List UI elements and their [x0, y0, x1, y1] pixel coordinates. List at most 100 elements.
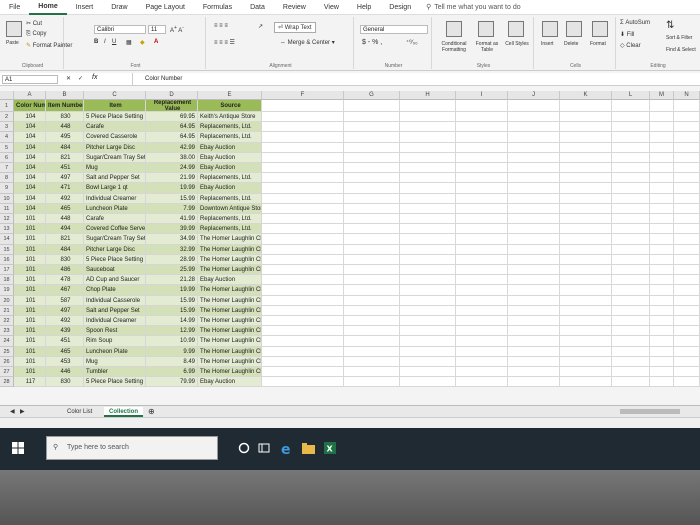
empty-cell[interactable]	[674, 336, 700, 347]
empty-cell[interactable]	[262, 193, 344, 204]
empty-cell[interactable]	[344, 122, 400, 133]
table-cell[interactable]: Ebay Auction	[198, 163, 262, 174]
table-cell[interactable]: 104	[14, 193, 46, 204]
empty-cell[interactable]	[508, 193, 560, 204]
menu-formulas[interactable]: Formulas	[194, 4, 241, 11]
copy-button[interactable]: ⎘ Copy	[26, 31, 47, 38]
empty-cell[interactable]	[262, 305, 344, 316]
taskbar-search-input[interactable]: ⚲ Type here to search	[46, 436, 218, 460]
empty-cell[interactable]	[262, 122, 344, 133]
table-cell[interactable]: Ebay Auction	[198, 152, 262, 163]
table-cell[interactable]: The Homer Laughlin China Co.	[198, 326, 262, 337]
table-cell[interactable]: 467	[46, 285, 84, 296]
table-cell[interactable]: The Homer Laughlin China Co.	[198, 254, 262, 265]
empty-cell[interactable]	[560, 265, 612, 276]
empty-cell[interactable]	[262, 316, 344, 327]
table-cell[interactable]: Ebay Auction	[198, 377, 262, 388]
empty-cell[interactable]	[344, 132, 400, 143]
empty-cell[interactable]	[650, 377, 674, 388]
empty-cell[interactable]	[344, 336, 400, 347]
borders-icon[interactable]: ▦	[126, 39, 132, 46]
empty-cell[interactable]	[456, 346, 508, 357]
empty-cell[interactable]	[674, 193, 700, 204]
empty-cell[interactable]	[650, 305, 674, 316]
table-cell[interactable]: 495	[46, 132, 84, 143]
empty-cell[interactable]	[650, 265, 674, 276]
empty-cell[interactable]	[400, 193, 456, 204]
empty-cell[interactable]	[650, 132, 674, 143]
empty-cell[interactable]	[650, 367, 674, 378]
column-header-n[interactable]: N	[674, 91, 700, 100]
sheet-tab-color-list[interactable]: Color List	[62, 407, 97, 417]
empty-cell[interactable]	[612, 142, 650, 153]
table-cell[interactable]: Keith's Antique Store	[198, 112, 262, 123]
menu-design[interactable]: Design	[380, 4, 420, 11]
empty-cell[interactable]	[344, 152, 400, 163]
table-cell[interactable]: 12.99	[146, 326, 198, 337]
empty-cell[interactable]	[262, 265, 344, 276]
column-header-j[interactable]: J	[508, 91, 560, 100]
cut-button[interactable]: ✂ Cut	[26, 20, 42, 27]
grow-font-icon[interactable]: A+ A-	[170, 25, 184, 34]
table-cell[interactable]: 448	[46, 214, 84, 225]
align-top-icon[interactable]: ≡ ≡ ≡	[214, 23, 228, 29]
empty-cell[interactable]	[612, 193, 650, 204]
table-cell[interactable]: 453	[46, 356, 84, 367]
empty-cell[interactable]	[508, 356, 560, 367]
empty-cell[interactable]	[262, 244, 344, 255]
empty-cell[interactable]	[508, 224, 560, 235]
empty-cell[interactable]	[650, 112, 674, 123]
empty-cell[interactable]	[560, 173, 612, 184]
table-cell[interactable]: Carafe	[84, 122, 146, 133]
empty-cell[interactable]	[344, 254, 400, 265]
table-cell[interactable]: 101	[14, 295, 46, 306]
empty-cell[interactable]	[400, 367, 456, 378]
empty-cell[interactable]	[456, 163, 508, 174]
empty-cell[interactable]	[262, 214, 344, 225]
empty-cell[interactable]	[560, 203, 612, 214]
empty-cell[interactable]	[344, 326, 400, 337]
empty-cell[interactable]	[456, 305, 508, 316]
column-header-b[interactable]: B	[46, 91, 84, 100]
empty-cell[interactable]	[456, 224, 508, 235]
empty-cell[interactable]	[344, 295, 400, 306]
empty-cell[interactable]	[612, 100, 650, 112]
empty-cell[interactable]	[456, 377, 508, 388]
table-cell[interactable]: 8.49	[146, 356, 198, 367]
row-header[interactable]: 27	[0, 367, 14, 378]
empty-cell[interactable]	[650, 193, 674, 204]
table-cell[interactable]: Sauceboat	[84, 265, 146, 276]
empty-cell[interactable]	[456, 316, 508, 327]
empty-cell[interactable]	[508, 112, 560, 123]
empty-cell[interactable]	[262, 112, 344, 123]
cortana-icon[interactable]	[238, 442, 250, 454]
empty-cell[interactable]	[508, 173, 560, 184]
empty-cell[interactable]	[456, 244, 508, 255]
empty-cell[interactable]	[456, 112, 508, 123]
table-cell[interactable]: The Homer Laughlin China Co.	[198, 265, 262, 276]
table-cell[interactable]: 104	[14, 173, 46, 184]
menu-review[interactable]: Review	[274, 4, 315, 11]
font-color-icon[interactable]: A	[154, 39, 158, 45]
empty-cell[interactable]	[612, 367, 650, 378]
table-cell[interactable]: Luncheon Plate	[84, 203, 146, 214]
font-name-select[interactable]: Calibri	[94, 25, 146, 34]
insert-cells-icon[interactable]	[542, 21, 558, 37]
table-cell[interactable]: Luncheon Plate	[84, 346, 146, 357]
empty-cell[interactable]	[674, 234, 700, 245]
table-cell[interactable]: 5 Piece Place Setting	[84, 112, 146, 123]
empty-cell[interactable]	[456, 326, 508, 337]
empty-cell[interactable]	[674, 295, 700, 306]
table-cell[interactable]: The Homer Laughlin China Co.	[198, 356, 262, 367]
empty-cell[interactable]	[400, 377, 456, 388]
row-header[interactable]: 18	[0, 275, 14, 286]
row-header[interactable]: 23	[0, 326, 14, 337]
empty-cell[interactable]	[400, 305, 456, 316]
autosum-button[interactable]: Σ AutoSum	[620, 20, 650, 26]
empty-cell[interactable]	[400, 295, 456, 306]
empty-cell[interactable]	[262, 234, 344, 245]
empty-cell[interactable]	[674, 275, 700, 286]
empty-cell[interactable]	[674, 100, 700, 112]
empty-cell[interactable]	[560, 234, 612, 245]
empty-cell[interactable]	[262, 254, 344, 265]
